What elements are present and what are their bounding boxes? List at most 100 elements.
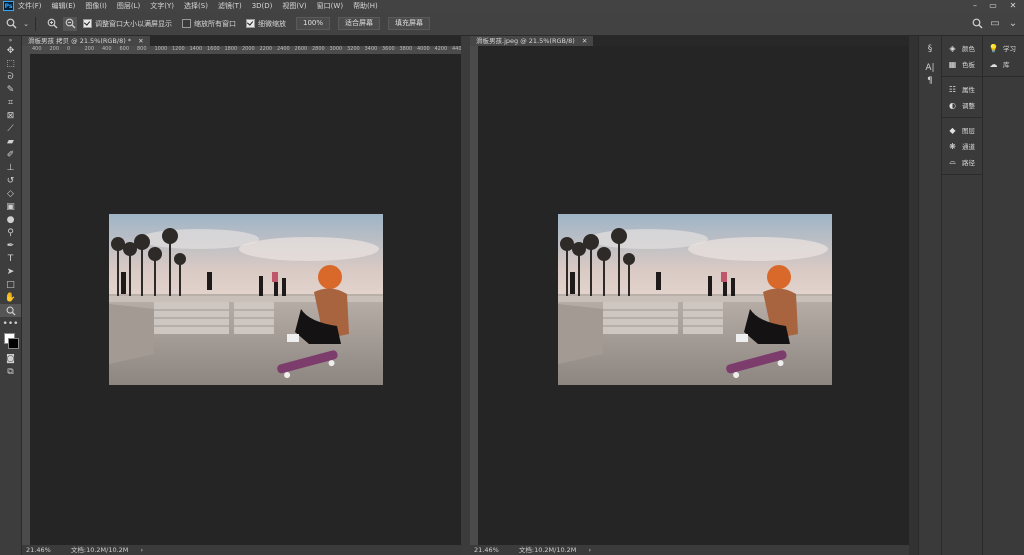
lasso-tool-icon[interactable]: ᘐ xyxy=(0,70,21,83)
eraser-tool-icon[interactable]: ◇ xyxy=(0,187,21,200)
menu-window[interactable]: 窗口(W) xyxy=(317,1,343,11)
dodge-tool-icon[interactable]: ⚲ xyxy=(0,226,21,239)
character-style-icon[interactable]: § xyxy=(919,42,941,55)
panel-learn[interactable]: 💡 学习 xyxy=(983,40,1024,56)
brush-tool-icon[interactable]: ✐ xyxy=(0,148,21,161)
quick-select-icon[interactable]: ✎ xyxy=(0,83,21,96)
window-splitter[interactable] xyxy=(461,36,470,555)
ruler-tick-label: 1800 xyxy=(224,46,238,52)
resize-windows-checkbox[interactable] xyxy=(83,19,92,28)
menu-type[interactable]: 文字(Y) xyxy=(150,1,174,11)
zoom-level[interactable]: 21.46% xyxy=(26,546,51,554)
zoom-level[interactable]: 21.46% xyxy=(474,546,499,554)
paragraph-icon[interactable]: ¶ xyxy=(919,74,941,87)
panel-swatches[interactable]: ▦ 色板 xyxy=(942,56,982,72)
half-circle-icon: ◐ xyxy=(949,100,956,110)
workspace-icon[interactable]: ▭ xyxy=(988,17,1002,31)
ruler-tick-label: 2000 xyxy=(242,46,255,52)
chevron-down-icon[interactable]: ⌄ xyxy=(22,17,30,31)
chevron-right-icon[interactable]: › xyxy=(589,546,592,554)
panel-layers[interactable]: ◆ 图层 xyxy=(942,122,982,138)
rectangle-tool-icon[interactable]: □ xyxy=(0,278,21,291)
history-brush-icon[interactable]: ↺ xyxy=(0,174,21,187)
panel-channels[interactable]: ❋ 通道 xyxy=(942,138,982,154)
resize-windows-label: 调整窗口大小以满屏显示 xyxy=(95,19,172,28)
menu-view[interactable]: 视图(V) xyxy=(282,1,306,11)
pen-tool-icon[interactable]: ✒ xyxy=(0,239,21,252)
document-size: 文档:10.2M/10.2M xyxy=(70,546,129,554)
path-select-icon[interactable]: ➤ xyxy=(0,265,21,278)
close-tab-icon[interactable]: ✕ xyxy=(138,37,143,45)
more-tools-icon[interactable]: ••• xyxy=(0,317,21,330)
screen-mode-icon[interactable]: ⧉ xyxy=(0,365,21,378)
clone-stamp-icon[interactable]: ⊥ xyxy=(0,161,21,174)
menu-help[interactable]: 帮助(H) xyxy=(353,1,378,11)
menu-file[interactable]: 文件(F) xyxy=(18,1,42,11)
chevron-right-icon[interactable]: › xyxy=(141,546,144,554)
panel-label: 色板 xyxy=(962,61,975,69)
panel-group-learn: 💡 学习 ☁ 库 xyxy=(983,36,1024,77)
gradient-tool-icon[interactable]: ▣ xyxy=(0,200,21,213)
skateboard-photo[interactable] xyxy=(558,214,832,385)
background-color[interactable] xyxy=(8,338,19,349)
menu-3d[interactable]: 3D(D) xyxy=(252,2,273,10)
panel-group-properties: ☷ 属性 ◐ 调整 xyxy=(942,77,982,118)
document-window-2: 滑板男孩.jpeg @ 21.5%(RGB/8) ✕ 21.46% 文档:10.… xyxy=(470,36,909,555)
panel-paths[interactable]: ⌓ 路径 xyxy=(942,154,982,170)
menu-select[interactable]: 选择(S) xyxy=(184,1,208,11)
healing-brush-icon[interactable]: ▰ xyxy=(0,135,21,148)
panel-label: 学习 xyxy=(1003,45,1016,53)
crop-tool-icon[interactable]: ⌗ xyxy=(0,96,21,109)
menu-layer[interactable]: 图层(L) xyxy=(117,1,140,11)
canvas-area[interactable] xyxy=(30,54,461,545)
quick-mask-icon[interactable]: ◙ xyxy=(0,352,21,365)
fill-screen-button[interactable]: 填充屏幕 xyxy=(388,17,431,30)
document-tab-2[interactable]: 滑板男孩.jpeg @ 21.5%(RGB/8) ✕ xyxy=(470,36,594,46)
marquee-tool-icon[interactable]: ⬚ xyxy=(0,57,21,70)
panel-color[interactable]: ◈ 颜色 xyxy=(942,40,982,56)
panel-libraries[interactable]: ☁ 库 xyxy=(983,56,1024,72)
tab-title: 滑板男孩 拷贝 @ 21.5%(RGB/8) * xyxy=(28,37,132,45)
zoom-out-icon[interactable] xyxy=(63,16,77,31)
frame-tool-icon[interactable]: ⊠ xyxy=(0,109,21,122)
ruler-tick-label: 3000 xyxy=(329,46,343,52)
color-swatches[interactable] xyxy=(0,330,21,352)
ruler-tick-label: 200 xyxy=(49,46,60,52)
zoom-in-icon[interactable] xyxy=(45,17,59,31)
cloud-icon: ☁ xyxy=(989,59,998,69)
menu-filter[interactable]: 滤镜(T) xyxy=(218,1,242,11)
hand-tool-icon[interactable]: ✋ xyxy=(0,291,21,304)
search-icon[interactable] xyxy=(970,17,984,31)
character-icon[interactable]: A| xyxy=(919,61,941,74)
menu-bar: Ps 文件(F) 编辑(E) 图像(I) 图层(L) 文字(Y) 选择(S) 滤… xyxy=(0,0,1024,12)
fit-screen-button[interactable]: 适合屏幕 xyxy=(338,17,381,30)
canvas-area[interactable] xyxy=(478,46,909,545)
ruler-tick-label: 0 xyxy=(67,46,71,52)
menu-image[interactable]: 图像(I) xyxy=(85,1,107,11)
move-tool-icon[interactable]: ✥ xyxy=(0,44,21,57)
collapse-icon[interactable]: » xyxy=(0,36,21,44)
panel-dock-side: 💡 学习 ☁ 库 xyxy=(982,36,1024,555)
skateboard-photo[interactable] xyxy=(109,214,383,385)
type-tool-icon[interactable]: T xyxy=(0,252,21,265)
scrubby-zoom-checkbox[interactable] xyxy=(246,19,255,28)
zoom-tool-icon[interactable] xyxy=(4,17,18,31)
minimize-icon[interactable]: – xyxy=(968,0,982,12)
ruler-tick-label: 3200 xyxy=(347,46,360,52)
zoom-all-label: 缩放所有窗口 xyxy=(194,19,236,28)
sliders-icon: ☷ xyxy=(948,84,957,94)
panel-properties[interactable]: ☷ 属性 xyxy=(942,81,982,97)
lightbulb-icon: 💡 xyxy=(988,43,999,53)
eyedropper-icon[interactable]: ⟋ xyxy=(0,122,21,135)
zoom-value-button[interactable]: 100% xyxy=(296,17,331,30)
close-icon[interactable]: ✕ xyxy=(1006,0,1020,12)
zoom-all-checkbox[interactable] xyxy=(182,19,191,28)
panel-adjustments[interactable]: ◐ 调整 xyxy=(942,97,982,113)
menu-edit[interactable]: 编辑(E) xyxy=(52,1,76,11)
chevron-down-icon[interactable]: ⌄ xyxy=(1006,17,1020,31)
document-tab-1[interactable]: 滑板男孩 拷贝 @ 21.5%(RGB/8) * ✕ xyxy=(22,36,150,46)
zoom-tool-icon[interactable] xyxy=(0,304,21,317)
close-tab-icon[interactable]: ✕ xyxy=(582,37,587,45)
maximize-icon[interactable]: ▭ xyxy=(986,0,1000,12)
blur-tool-icon[interactable]: ● xyxy=(0,213,21,226)
